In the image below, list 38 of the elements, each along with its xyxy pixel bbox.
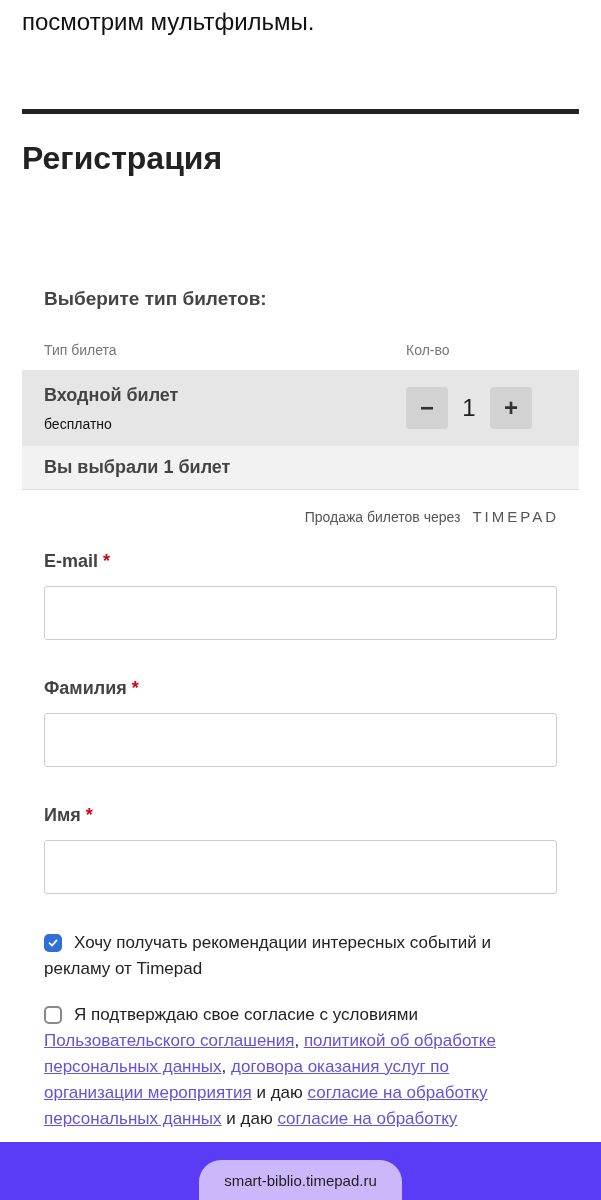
link[interactable]: персональных данных [44,1054,222,1080]
input-field[interactable] [44,840,557,894]
link[interactable]: согласие на обработку [277,1106,458,1132]
input-field[interactable] [44,713,557,767]
link[interactable]: договора оказания услуг по [231,1054,450,1080]
quantity-value: 1 [461,394,477,422]
ticket-price: бесплатно [44,415,113,432]
link[interactable]: политикой об обработке [303,1028,496,1054]
column-header: Тип билета [44,342,118,358]
link[interactable]: Пользовательского соглашения [44,1028,295,1054]
tickets-heading: Выберите тип билетов: [43,288,268,310]
column-header: Кол-во [406,342,451,358]
decrement-button[interactable]: − [406,387,448,429]
field-label: E-mail * [44,551,112,572]
checkbox[interactable] [44,1006,62,1024]
url-pill[interactable]: smart-biblio.timepad.ru [199,1160,402,1200]
link[interactable]: персональных данных [44,1106,222,1132]
intro-text: посмотрим мультфильмы. [21,7,316,37]
timepad-logo: TIMEPAD [472,508,559,525]
consent-text: и даю [255,1082,304,1104]
section-title: Регистрация [22,139,224,178]
ticket-name: Входной билет [44,384,180,406]
checkbox[interactable] [44,934,62,952]
consent-text: , [294,1030,301,1052]
field-label: Имя * [44,805,94,826]
consent-text: и даю [225,1108,274,1130]
link[interactable]: согласие на обработку [307,1080,488,1106]
link[interactable]: организации мероприятия [44,1080,252,1106]
checkmark-icon [47,937,59,949]
consent-text: Я подтверждаю свое согласие с условиями [74,1004,418,1026]
summary-text: Вы выбрали 1 билет [44,457,231,478]
input-field[interactable] [44,586,557,640]
consent-text: рекламу от Timepad [44,958,203,980]
sales-note: Продажа билетов через [304,508,461,525]
consent-text: Хочу получать рекомендации интересных событий и [74,932,491,954]
increment-button[interactable]: + [490,387,532,429]
consent-text: , [221,1056,228,1078]
field-label: Фамилия * [44,678,140,699]
